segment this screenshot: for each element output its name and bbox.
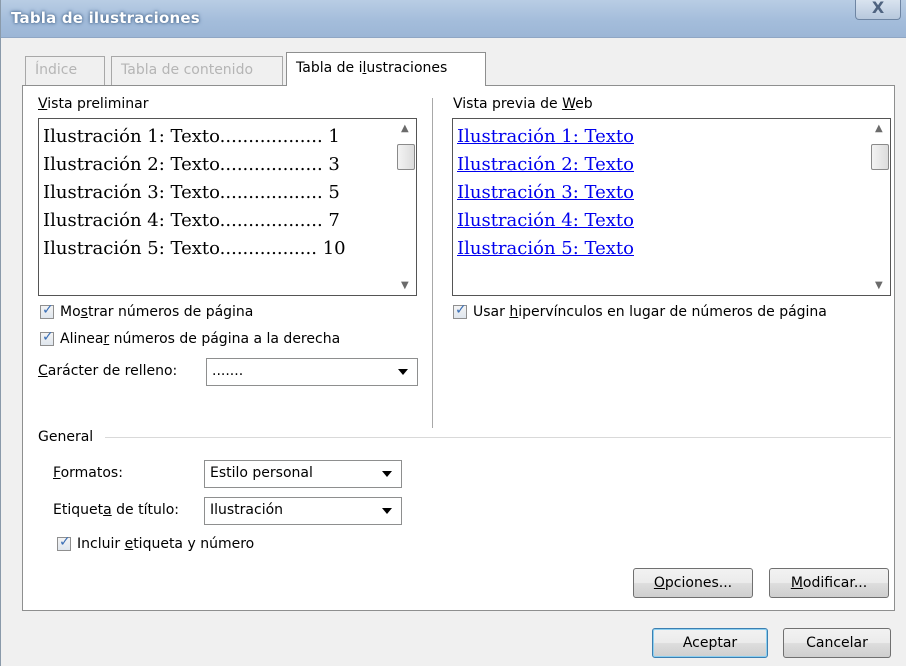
close-icon: X [871,0,885,17]
web-preview-lines: Ilustración 1: Texto Ilustración 2: Text… [457,123,634,263]
close-button[interactable]: X [855,0,901,20]
scroll-up-icon[interactable]: ▲ [401,123,409,134]
checkbox-checked-icon[interactable] [40,329,54,346]
formats-value: Estilo personal [210,465,313,481]
formats-label: Formatos: [53,465,123,481]
cancel-button[interactable]: Cancelar [783,628,891,658]
web-preview-scrollbar[interactable]: ▲ ▼ [870,119,890,295]
tab-tabla-de-contenido-label: Tabla de contenido [121,62,254,78]
right-align-label: Alinear números de página a la derecha [60,331,341,347]
ok-button[interactable]: Aceptar [652,628,768,658]
include-label-checkbox[interactable]: Incluir etiqueta y número [57,534,255,552]
print-preview-box: Ilustración 1: Texto.................. 1… [38,118,417,296]
right-align-checkbox[interactable]: Alinear números de página a la derecha [40,329,341,347]
print-preview-lines: Ilustración 1: Texto.................. 1… [43,123,346,263]
web-preview-link[interactable]: Ilustración 4: Texto [457,207,634,235]
preview-line: Ilustración 4: Texto.................. 7 [43,210,340,231]
chevron-down-icon [382,471,392,477]
checkbox-checked-icon[interactable] [40,302,54,319]
column-divider [432,98,433,428]
web-preview-box: Ilustración 1: Texto Ilustración 2: Text… [452,118,891,296]
options-button[interactable]: Opciones... [633,568,753,598]
tab-indice[interactable]: Índice [25,56,105,85]
show-page-numbers-checkbox[interactable]: Mostrar números de página [40,302,254,320]
dialog-title: Tabla de ilustraciones [11,9,200,27]
caption-dropdown[interactable]: Ilustración [204,497,402,525]
preview-line: Ilustración 3: Texto.................. 5 [43,182,340,203]
print-preview-scrollbar[interactable]: ▲ ▼ [396,119,416,295]
print-preview-label: Vista preliminar [38,96,149,112]
modify-button[interactable]: Modificar... [769,568,889,598]
fill-char-label: Carácter de relleno: [38,363,178,379]
caption-label: Etiqueta de título: [53,502,180,518]
title-bar: Tabla de ilustraciones X [1,0,906,38]
scroll-thumb[interactable] [397,144,415,170]
checkbox-checked-icon[interactable] [57,534,71,551]
fill-char-dropdown[interactable]: ....... [206,358,418,386]
tab-tabla-de-ilustraciones-label: Tabla de ilustraciones [296,60,448,76]
web-preview-link[interactable]: Ilustración 2: Texto [457,151,634,179]
use-hyperlinks-checkbox[interactable]: Usar hipervínculos en lugar de números d… [453,302,827,320]
include-label-text: Incluir etiqueta y número [77,536,255,552]
formats-dropdown[interactable]: Estilo personal [204,460,402,488]
web-preview-label: Vista previa de Web [453,96,593,112]
web-preview-link[interactable]: Ilustración 3: Texto [457,179,634,207]
scroll-thumb[interactable] [871,144,889,170]
web-preview-link[interactable]: Ilustración 5: Texto [457,235,634,263]
preview-line: Ilustración 5: Texto................. 10 [43,238,346,259]
caption-value: Ilustración [210,502,284,518]
general-divider [105,437,891,438]
show-page-numbers-label: Mostrar números de página [60,304,254,320]
chevron-down-icon [382,508,392,514]
tab-indice-label: Índice [35,62,78,78]
scroll-down-icon[interactable]: ▼ [875,280,883,291]
chevron-down-icon [398,369,408,375]
checkbox-checked-icon[interactable] [453,302,467,319]
scroll-down-icon[interactable]: ▼ [401,280,409,291]
general-heading: General [38,429,94,445]
dialog-window: Tabla de ilustraciones X Índice Tabla de… [0,0,906,666]
preview-line: Ilustración 2: Texto.................. 3 [43,154,340,175]
tab-tabla-de-contenido[interactable]: Tabla de contenido [111,56,283,85]
web-preview-link[interactable]: Ilustración 1: Texto [457,123,634,151]
use-hyperlinks-label: Usar hipervínculos en lugar de números d… [473,304,827,320]
preview-line: Ilustración 1: Texto.................. 1 [43,126,340,147]
fill-char-value: ....... [212,363,244,379]
tab-tabla-de-ilustraciones[interactable]: Tabla de ilustraciones [286,52,486,86]
scroll-up-icon[interactable]: ▲ [875,123,883,134]
